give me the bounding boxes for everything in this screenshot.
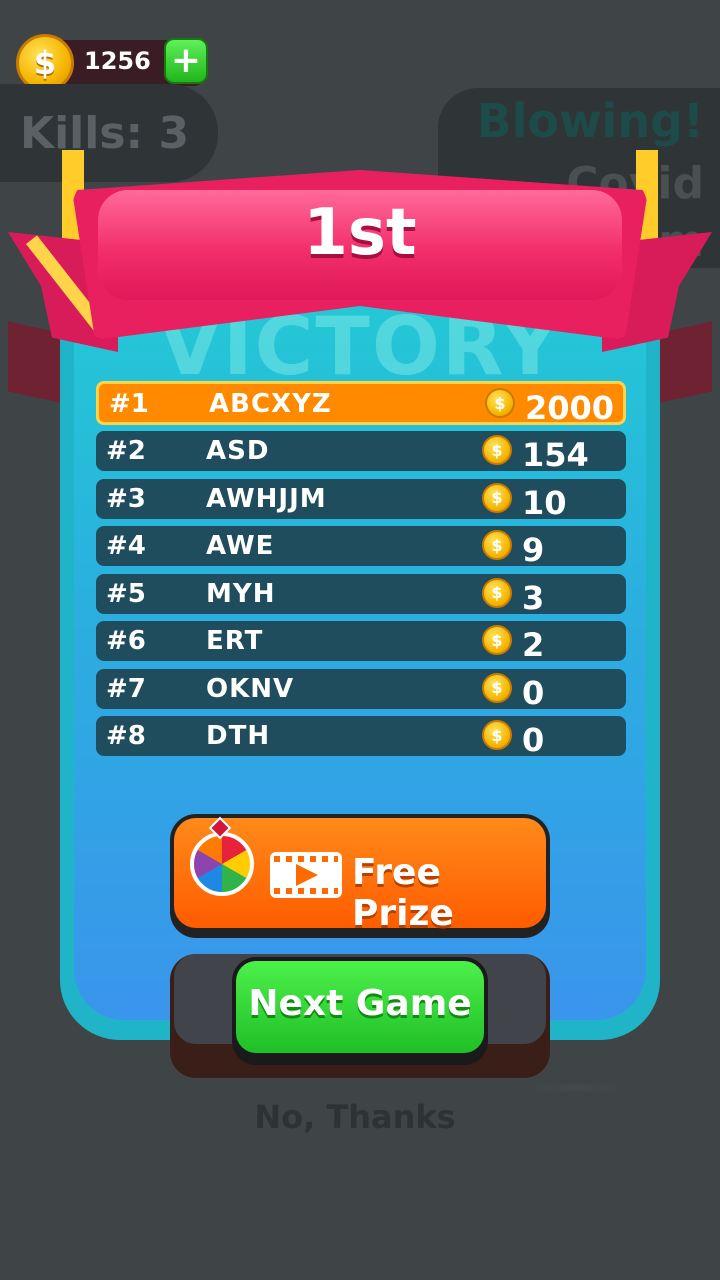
player-name: ABCXYZ xyxy=(209,389,332,419)
place-title: 1st xyxy=(303,196,417,270)
player-name: AWHJJM xyxy=(206,483,327,514)
coin-amount: 0 xyxy=(522,673,545,712)
coin-amount: 9 xyxy=(522,531,545,569)
player-name: OKNV xyxy=(206,673,295,704)
rank: #5 xyxy=(106,578,146,609)
coin-amount: 154 xyxy=(522,436,589,474)
coin-icon: $ xyxy=(485,388,515,418)
coin-icon: $ xyxy=(482,672,512,703)
play-icon xyxy=(296,864,318,886)
leaderboard-row: #1 ABCXYZ $ 2000 xyxy=(96,381,626,427)
coin-icon: $ xyxy=(482,720,512,750)
no-thanks-link[interactable]: No, Thanks xyxy=(0,1098,710,1136)
coin-amount: 2000 xyxy=(525,389,615,427)
coin-count: 1256 xyxy=(84,47,151,75)
prize-wheel-icon xyxy=(190,832,254,896)
leaderboard-row: #2 ASD $ 154 xyxy=(96,431,626,474)
add-coins-button[interactable]: + xyxy=(164,38,208,84)
rank: #4 xyxy=(106,531,146,561)
leaderboard: #1 ABCXYZ $ 2000 #2 ASD $ 154 #3 AWHJJM … xyxy=(96,381,626,764)
coin-amount: 10 xyxy=(522,483,567,522)
coin-amount: 0 xyxy=(522,721,545,759)
coin-icon: $ xyxy=(482,435,512,465)
leaderboard-row: #5 MYH $ 3 xyxy=(96,573,626,617)
coin-icon: $ xyxy=(482,625,512,655)
rank: #2 xyxy=(106,436,146,466)
coin-amount: 3 xyxy=(522,578,545,617)
leaderboard-row: #4 AWE $ 9 xyxy=(96,526,626,569)
player-name: AWE xyxy=(206,531,275,561)
leaderboard-row: #6 ERT $ 2 xyxy=(96,621,626,664)
free-prize-button[interactable]: Free Prize xyxy=(170,814,550,938)
rank: #6 xyxy=(106,626,146,656)
leaderboard-row: #7 OKNV $ 0 xyxy=(96,668,626,712)
status-line-1: Blowing! xyxy=(476,94,704,148)
free-prize-label: Free Prize xyxy=(352,852,454,934)
coin-icon: $ xyxy=(482,482,512,513)
rank: #1 xyxy=(109,389,149,419)
next-game-face[interactable]: Next Game xyxy=(236,961,484,1053)
place-ribbon: 1st xyxy=(0,160,720,390)
rank: #3 xyxy=(106,483,146,514)
leaderboard-row: #8 DTH $ 0 xyxy=(96,716,626,759)
player-name: ASD xyxy=(206,436,270,466)
next-game-button[interactable]: Next Game xyxy=(232,957,488,1065)
video-ad-icon xyxy=(270,852,342,898)
player-name: MYH xyxy=(206,578,276,609)
next-game-label: Next Game xyxy=(248,983,472,1024)
leaderboard-row: #3 AWHJJM $ 10 xyxy=(96,478,626,522)
free-prize-face[interactable]: Free Prize xyxy=(174,816,546,934)
coin-icon: $ xyxy=(482,577,512,608)
player-name: ERT xyxy=(206,626,264,656)
rank: #8 xyxy=(106,721,146,751)
rank: #7 xyxy=(106,673,146,704)
player-name: DTH xyxy=(206,721,271,751)
coin-amount: 2 xyxy=(522,626,545,664)
coin-icon: $ xyxy=(482,530,512,560)
